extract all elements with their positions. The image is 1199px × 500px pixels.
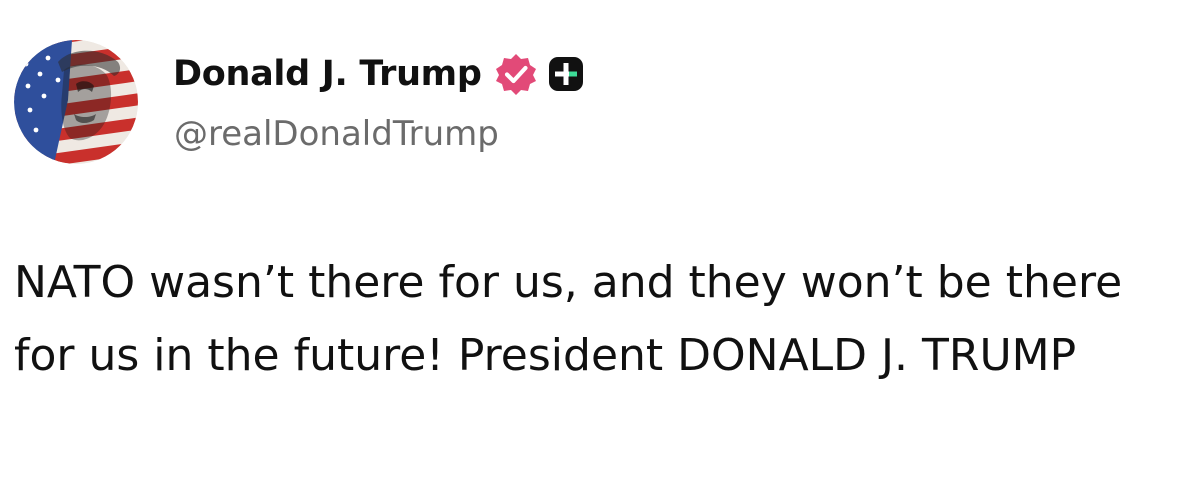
post-card: Donald J. Trump @realDonaldTrump NATO wa… xyxy=(0,0,1199,500)
author-display-name[interactable]: Donald J. Trump xyxy=(173,54,482,94)
avatar[interactable] xyxy=(14,40,138,164)
author-handle[interactable]: @realDonaldTrump xyxy=(174,114,499,154)
plus-badge-icon xyxy=(548,56,584,92)
author-name-row: Donald J. Trump xyxy=(173,52,584,96)
verified-badge-icon xyxy=(494,52,538,96)
avatar-flag-portrait-image xyxy=(14,40,138,164)
post-text: NATO wasn’t there for us, and they won’t… xyxy=(14,257,1123,381)
